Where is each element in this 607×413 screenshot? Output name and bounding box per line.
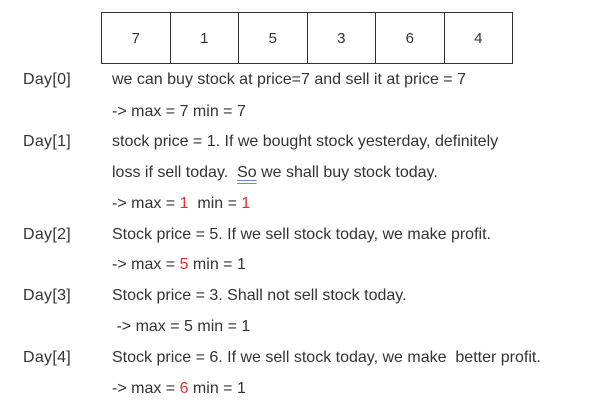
min-text: min = 7 [188, 103, 246, 120]
day-4-max-min: -> max = 6 min = 1 [112, 380, 246, 398]
day-3-label: Day[3] [23, 287, 72, 304]
day-4-text: Stock price = 6. If we sell stock today,… [112, 349, 541, 366]
max-prefix: -> max = [112, 256, 180, 273]
max-text: -> max = 7 [112, 103, 189, 120]
day-1-label: Day[1] [23, 133, 72, 150]
day-2-max-min: -> max = 5 min = 1 [112, 256, 246, 274]
day-4-label: Day[4] [23, 349, 72, 366]
price-cell: 5 [239, 13, 308, 63]
price-cell: 1 [171, 13, 239, 63]
price-cell: 4 [474, 29, 483, 47]
price-cell: 7 [102, 13, 171, 63]
day-3-max-min: -> max = 5 min = 1 [112, 318, 251, 335]
price-cell: 3 [308, 13, 376, 63]
max-prefix: -> max = [112, 195, 180, 212]
day-2-text: Stock price = 5. If we sell stock today,… [112, 226, 491, 243]
min-text: min = 1 [188, 380, 246, 397]
min-text: min = 1 [188, 256, 246, 273]
price-cell: 6 [376, 13, 445, 63]
text-part: we shall buy stock today. [256, 164, 438, 181]
day-1-text-1: stock price = 1. If we bought stock yest… [112, 133, 499, 150]
min-prefix: min = [188, 195, 242, 212]
day-2-label: Day[2] [23, 226, 72, 243]
day-0-max-min: -> max = 7 min = 7 [112, 103, 246, 121]
day-1-max-min: -> max = 1 min = 1 [112, 195, 250, 213]
day-3-text: Stock price = 3. Shall not sell stock to… [112, 287, 407, 304]
text-part: loss if sell today. [112, 164, 238, 181]
day-0-label: Day[0] [23, 71, 72, 88]
price-array: 7 1 5 3 6 4 [101, 12, 513, 64]
day-0-text: we can buy stock at price=7 and sell it … [112, 71, 466, 88]
max-prefix: -> max = [112, 380, 180, 397]
spellcheck-word: So [237, 164, 257, 181]
day-1-text-2: loss if sell today. So we shall buy stoc… [112, 164, 438, 182]
min-value: 1 [241, 195, 251, 212]
